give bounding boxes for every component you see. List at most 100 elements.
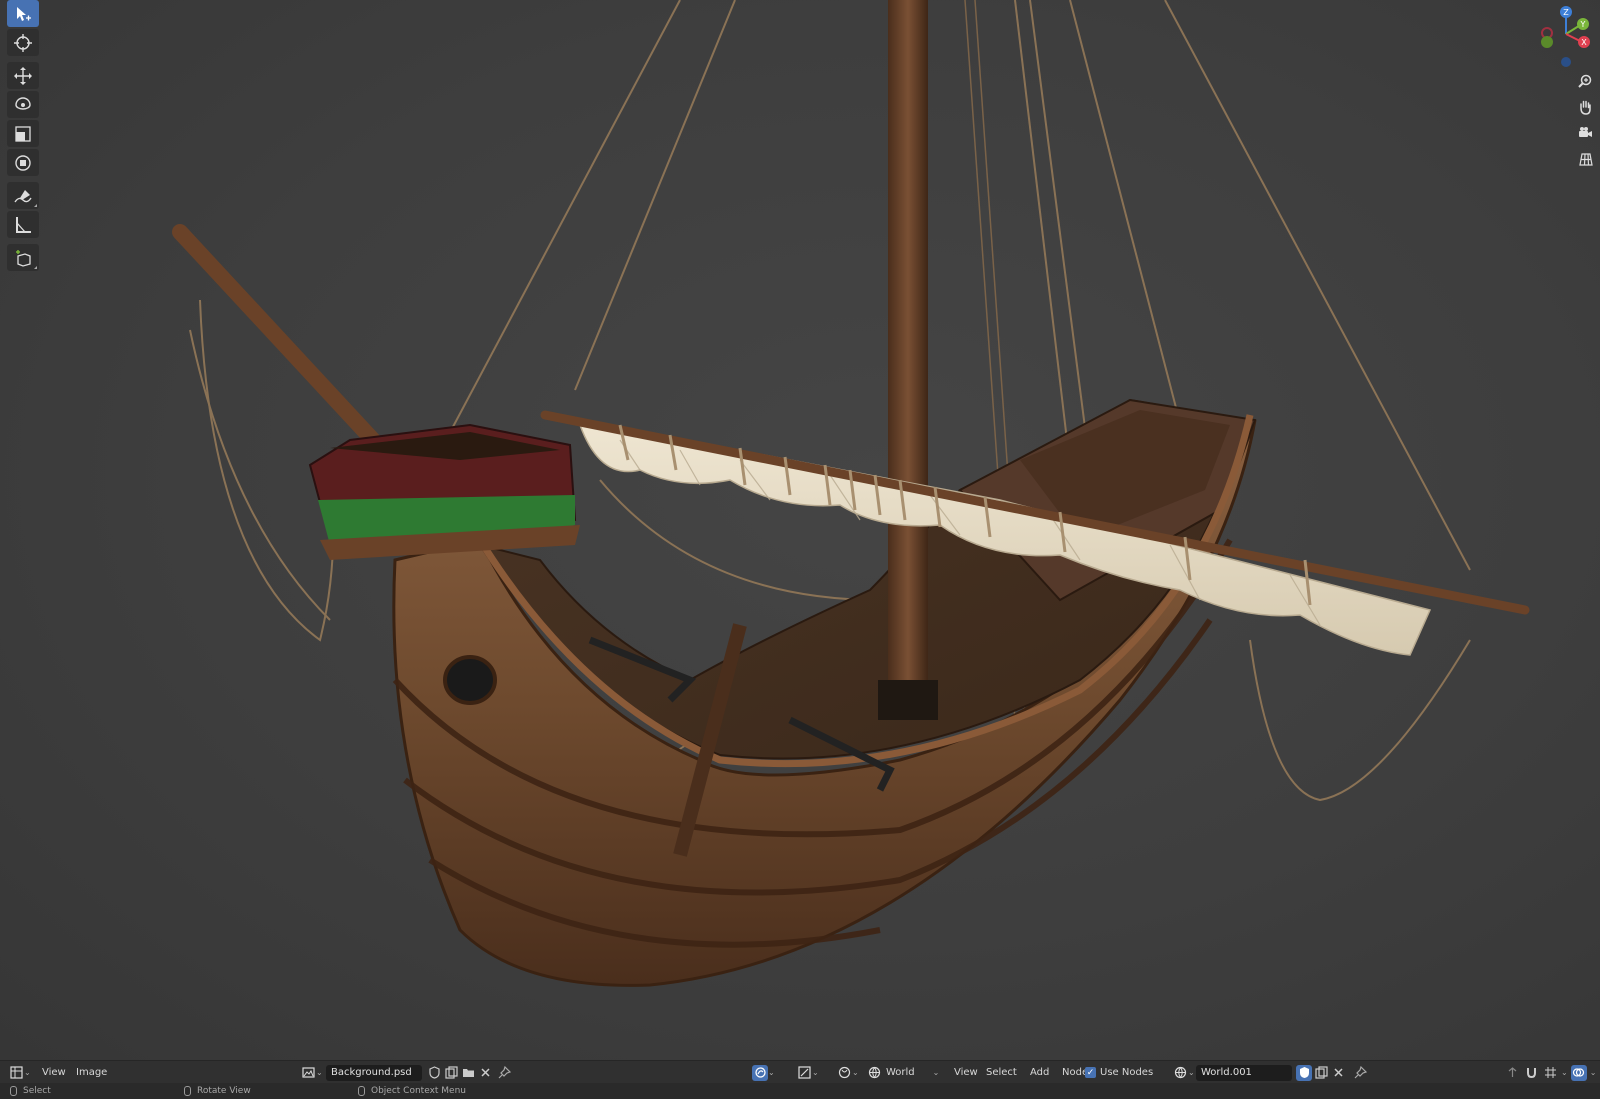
forecastle — [308, 423, 580, 560]
use-nodes-label: Use Nodes — [1100, 1067, 1154, 1078]
rotate-icon — [15, 96, 31, 110]
scale-icon — [15, 125, 31, 142]
pin-icon — [1354, 1066, 1367, 1079]
chevron-down-icon: ⌄ — [812, 1068, 819, 1077]
add-cube-icon — [16, 249, 31, 267]
world-icon — [1174, 1066, 1186, 1079]
3d-viewport[interactable]: Z Y X — [0, 0, 1600, 1060]
mouse-right-icon — [358, 1086, 365, 1096]
shader-type-dropdown[interactable]: ⌄ — [836, 1061, 859, 1084]
chevron-down-icon: ⌄ — [1589, 1068, 1597, 1077]
ortho-toggle-button[interactable] — [1574, 148, 1596, 170]
chevron-down-icon: ⌄ — [316, 1068, 323, 1077]
zoom-button[interactable] — [1574, 70, 1596, 92]
close-icon — [1333, 1068, 1343, 1077]
camera-view-button[interactable] — [1574, 122, 1596, 144]
pin-icon — [498, 1066, 511, 1079]
world-duplicate-button[interactable] — [1313, 1065, 1329, 1081]
image-browse-dropdown[interactable]: ⌄ — [300, 1061, 323, 1084]
status-right-click: Object Context Menu — [371, 1086, 467, 1096]
cursor-icon — [14, 33, 32, 52]
chevron-down-icon: ⌄ — [24, 1068, 31, 1077]
close-icon — [480, 1068, 490, 1077]
unlink-image-button[interactable] — [477, 1065, 493, 1081]
scale-tool[interactable] — [7, 120, 39, 147]
world-browse-dropdown[interactable]: ⌄ — [1172, 1061, 1195, 1084]
chevron-down-icon: ⌄ — [852, 1068, 859, 1077]
svg-text:Z: Z — [1563, 8, 1569, 17]
shading-dropdown[interactable]: ⌄ — [752, 1061, 775, 1084]
mouse-middle-icon — [184, 1086, 191, 1096]
new-image-button[interactable] — [443, 1065, 459, 1081]
pan-button[interactable] — [1574, 96, 1596, 118]
select-box-icon — [17, 6, 31, 21]
world-label: World — [886, 1067, 915, 1078]
editor-header: ⌄ View Image ⌄ Background.psd ⌄ ⌄ ⌄ Worl… — [0, 1060, 1600, 1084]
shield-icon — [428, 1066, 440, 1079]
node-menu-add[interactable]: Add — [1024, 1061, 1055, 1084]
navigation-tools — [1574, 70, 1596, 170]
chevron-down-icon: ⌄ — [768, 1068, 775, 1077]
magnet-icon — [1526, 1068, 1536, 1079]
fake-user-button[interactable] — [426, 1065, 442, 1081]
snap-element-dropdown[interactable] — [1542, 1065, 1558, 1081]
measure-tool[interactable] — [7, 211, 39, 238]
chevron-down-icon: ⌄ — [932, 1068, 940, 1077]
render-icon — [754, 1067, 766, 1078]
image-editor-icon — [9, 1066, 23, 1079]
chevron-down-icon: ⌄ — [1188, 1068, 1195, 1077]
measure-icon — [16, 216, 31, 233]
transform-icon — [15, 154, 31, 171]
open-image-button[interactable] — [460, 1065, 476, 1081]
world-fake-user-button[interactable] — [1296, 1064, 1312, 1081]
use-nodes-toggle[interactable]: ✓ Use Nodes — [1085, 1061, 1153, 1084]
mouse-left-icon — [10, 1086, 17, 1096]
world-pin-button[interactable] — [1352, 1061, 1368, 1084]
arrow-up-icon — [1508, 1067, 1516, 1077]
world-unlink-button[interactable] — [1330, 1065, 1346, 1081]
editor-type-dropdown[interactable]: ⌄ — [8, 1061, 31, 1084]
shield-icon — [1299, 1067, 1309, 1078]
rotate-tool[interactable] — [7, 91, 39, 118]
pin-button[interactable] — [496, 1061, 512, 1084]
chevron-down-icon: ⌄ — [1561, 1068, 1568, 1077]
menu-view[interactable]: View — [36, 1061, 72, 1084]
navigation-gizmo[interactable]: Z Y X — [1528, 2, 1592, 68]
status-bar: Select Rotate View Object Context Menu — [0, 1083, 1600, 1099]
status-left-click: Select — [23, 1086, 51, 1096]
menu-image[interactable]: Image — [70, 1061, 113, 1084]
tool-shelf — [7, 0, 41, 273]
grid-icon — [1579, 153, 1593, 166]
node-menu-view[interactable]: View — [948, 1061, 984, 1084]
node-editor-icon — [797, 1066, 811, 1079]
annotate-icon — [14, 189, 32, 202]
folder-icon — [462, 1069, 474, 1077]
world-datablock-field[interactable]: World.001 — [1196, 1064, 1292, 1081]
node-editor-type-dropdown[interactable]: ⌄ — [796, 1061, 819, 1084]
duplicate-icon — [444, 1066, 458, 1079]
move-tool[interactable] — [7, 62, 39, 89]
cursor-tool[interactable] — [7, 29, 39, 56]
zoom-icon — [1578, 74, 1592, 88]
move-icon — [14, 66, 32, 85]
checkbox-checked-icon: ✓ — [1085, 1067, 1096, 1078]
select-box-tool[interactable] — [7, 0, 39, 27]
shader-context-dropdown[interactable]: World ⌄ — [866, 1061, 939, 1084]
hawse-hole — [443, 655, 497, 705]
add-cube-tool[interactable] — [7, 244, 39, 271]
blender-window: Z Y X ⌄ View Image ⌄ Background.psd ⌄ ⌄ … — [0, 0, 1600, 1099]
transform-tool[interactable] — [7, 149, 39, 176]
parent-node-button[interactable] — [1504, 1065, 1520, 1081]
shader-icon — [838, 1066, 850, 1079]
image-name-field[interactable]: Background.psd — [326, 1064, 422, 1081]
image-icon — [301, 1067, 315, 1078]
snap-toggle-button[interactable] — [1523, 1065, 1539, 1081]
annotate-tool[interactable] — [7, 182, 39, 209]
status-middle-click: Rotate View — [197, 1086, 251, 1096]
world-icon — [868, 1066, 880, 1079]
grid-snap-icon — [1544, 1067, 1556, 1078]
ship-render — [172, 0, 1530, 987]
camera-icon — [1579, 127, 1592, 137]
overlay-toggle-button[interactable] — [1570, 1064, 1587, 1081]
node-menu-select[interactable]: Select — [980, 1061, 1023, 1084]
